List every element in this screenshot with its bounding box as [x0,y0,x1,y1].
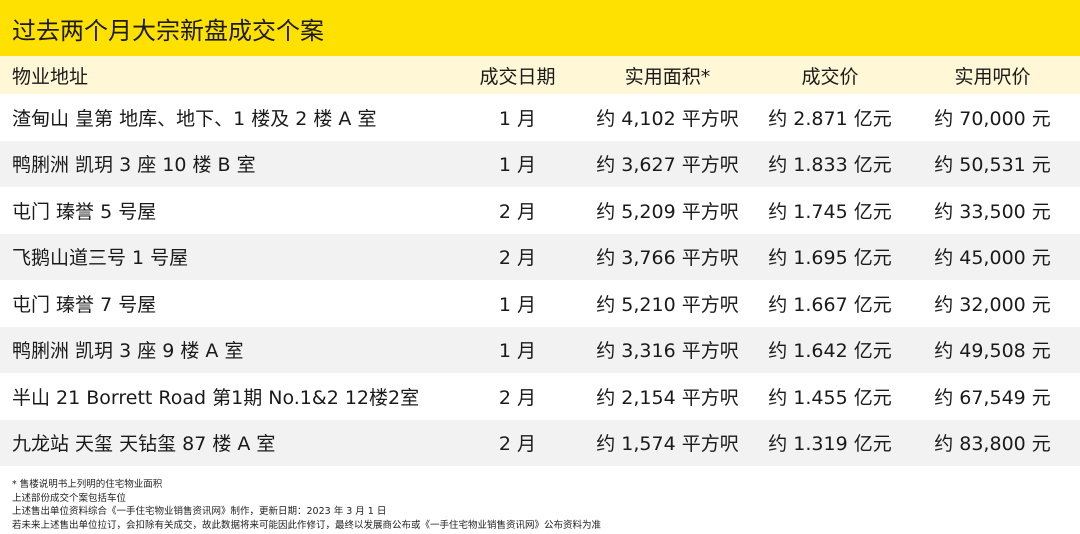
cell-unit-price: 约 32,000 元 [934,293,1051,316]
cell-price: 约 2.871 亿元 [768,107,892,130]
header-unit-price: 实用呎价 [954,65,1031,88]
cell-date: 1 月 [498,340,537,363]
cell-date: 1 月 [498,107,537,130]
cell-address: 屯门 瑧誉 5 号屋 [12,200,157,223]
cell-address: 鸭脷洲 凯玥 3 座 10 楼 B 室 [12,154,256,177]
table-row: 鸭脷洲 凯玥 3 座 10 楼 B 室 1 月 约 3,627 平方呎 约 1.… [0,140,1080,187]
cell-unit-price: 约 70,000 元 [934,107,1051,130]
cell-unit-price: 约 67,549 元 [934,386,1051,409]
table-row: 渣甸山 皇第 地库、地下、1 楼及 2 楼 A 室 1 月 约 4,102 平方… [0,94,1080,141]
cell-area: 约 5,209 平方呎 [596,200,739,223]
cell-date: 2 月 [498,386,537,409]
cell-date: 1 月 [498,154,537,177]
table-row: 鸭脷洲 凯玥 3 座 9 楼 A 室 1 月 约 3,316 平方呎 约 1.6… [0,326,1080,373]
footnote: 上述售出单位资料综合《一手住宅物业销售资讯网》制作，更新日期：2023 年 3 … [12,506,387,517]
footnote: 上述部份成交个案包括车位 [12,492,127,504]
title-bar: 过去两个月大宗新盘成交个案 [0,0,1080,56]
table-row: 半山 21 Borrett Road 第1期 No.1&2 12楼2室 2 月 … [0,373,1080,420]
cell-area: 约 3,766 平方呎 [596,247,739,270]
page-title: 过去两个月大宗新盘成交个案 [12,16,324,45]
cell-address: 飞鹅山道三号 1 号屋 [12,247,189,270]
cell-address: 屯门 瑧誉 7 号屋 [12,293,157,316]
cell-price: 约 1.319 亿元 [768,433,892,456]
footnote: 若未来上述售出单位拉订，会扣除有关成交，故此数据将来可能因此作修订，最终以发展商… [12,519,602,531]
header-date: 成交日期 [479,65,556,88]
header-address: 物业地址 [12,65,89,88]
cell-price: 约 1.833 亿元 [768,154,892,177]
table-row: 飞鹅山道三号 1 号屋 2 月 约 3,766 平方呎 约 1.695 亿元 约… [0,233,1080,280]
cell-price: 约 1.455 亿元 [768,386,892,409]
cell-unit-price: 约 33,500 元 [934,200,1051,223]
cell-unit-price: 约 45,000 元 [934,247,1051,270]
table-header-row: 物业地址 成交日期 实用面积* 成交价 实用呎价 [0,56,1080,94]
cell-unit-price: 约 49,508 元 [934,340,1051,363]
cell-area: 约 5,210 平方呎 [596,293,739,316]
cell-date: 2 月 [498,200,537,223]
cell-price: 约 1.745 亿元 [768,200,892,223]
footnote: * 售楼说明书上列明的住宅物业面积 [12,479,163,490]
cell-area: 约 1,574 平方呎 [596,433,739,456]
cell-address: 鸭脷洲 凯玥 3 座 9 楼 A 室 [12,340,244,363]
cell-unit-price: 约 50,531 元 [934,154,1051,177]
header-area: 实用面积* [624,65,711,88]
cell-price: 约 1.642 亿元 [768,340,892,363]
table-row: 九龙站 天玺 天钻玺 87 楼 A 室 2 月 约 1,574 平方呎 约 1.… [0,419,1080,466]
cell-area: 约 3,316 平方呎 [596,340,739,363]
cell-address: 渣甸山 皇第 地库、地下、1 楼及 2 楼 A 室 [12,107,377,130]
cell-date: 2 月 [498,247,537,270]
cell-date: 2 月 [498,433,537,456]
table-row: 屯门 瑧誉 5 号屋 2 月 约 5,209 平方呎 约 1.745 亿元 约 … [0,187,1080,234]
cell-price: 约 1.695 亿元 [768,247,892,270]
table-row: 屯门 瑧誉 7 号屋 1 月 约 5,210 平方呎 约 1.667 亿元 约 … [0,280,1080,327]
cell-area: 约 3,627 平方呎 [596,154,739,177]
cell-price: 约 1.667 亿元 [768,293,892,316]
cell-address: 半山 21 Borrett Road 第1期 No.1&2 12楼2室 [12,386,420,409]
cell-address: 九龙站 天玺 天钻玺 87 楼 A 室 [12,433,276,456]
footnotes: * 售楼说明书上列明的住宅物业面积 上述部份成交个案包括车位 上述售出单位资料综… [0,466,1080,532]
cell-area: 约 4,102 平方呎 [596,107,739,130]
cell-area: 约 2,154 平方呎 [596,386,739,409]
cell-unit-price: 约 83,800 元 [934,433,1051,456]
cell-date: 1 月 [498,293,537,316]
transactions-table: 物业地址 成交日期 实用面积* 成交价 实用呎价 渣甸山 皇第 地库、地下、1 … [0,56,1080,466]
header-price: 成交价 [801,65,859,88]
